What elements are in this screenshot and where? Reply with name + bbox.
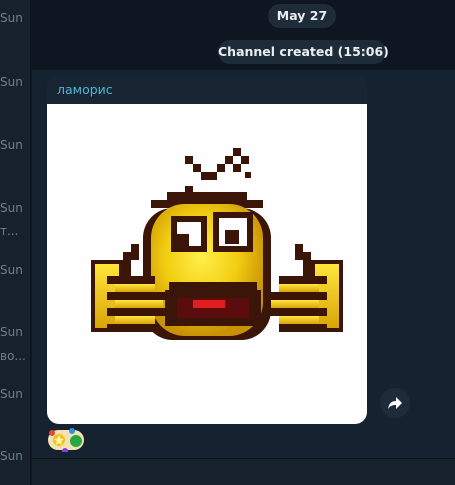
chat-list-time[interactable]: Sun	[0, 75, 23, 89]
chat-area: May 27 Channel created (15:06) ламорис	[32, 0, 455, 485]
chat-list-time[interactable]: Sun	[0, 263, 23, 277]
chat-list-time[interactable]: Sun	[0, 201, 23, 215]
message-sender[interactable]: ламорис	[57, 82, 113, 97]
chat-list-time[interactable]: Sun	[0, 138, 23, 152]
chat-list-sidebar: Sun Sun Sun Sun т... Sun Sun во... Sun S…	[0, 0, 31, 485]
message-input-bar[interactable]	[32, 458, 455, 485]
share-arrow-icon	[388, 397, 402, 409]
pixel-smiley-icon	[91, 148, 343, 340]
message-bubble[interactable]: ламорис	[47, 76, 367, 424]
service-message: Channel created (15:06)	[218, 40, 389, 64]
date-separator: May 27	[268, 4, 336, 28]
chat-list-preview[interactable]: т...	[0, 224, 18, 238]
chat-list-preview[interactable]: во...	[0, 349, 26, 363]
forward-button[interactable]	[380, 388, 410, 418]
reaction-emoji[interactable]	[46, 428, 88, 454]
chat-list-time[interactable]: Sun	[0, 11, 23, 25]
chat-list-time[interactable]: Sun	[0, 387, 23, 401]
party-emoji-icon	[48, 428, 84, 454]
chat-list-time[interactable]: Sun	[0, 325, 23, 339]
sticker-image[interactable]	[47, 104, 367, 424]
chat-list-time[interactable]: Sun	[0, 449, 23, 463]
